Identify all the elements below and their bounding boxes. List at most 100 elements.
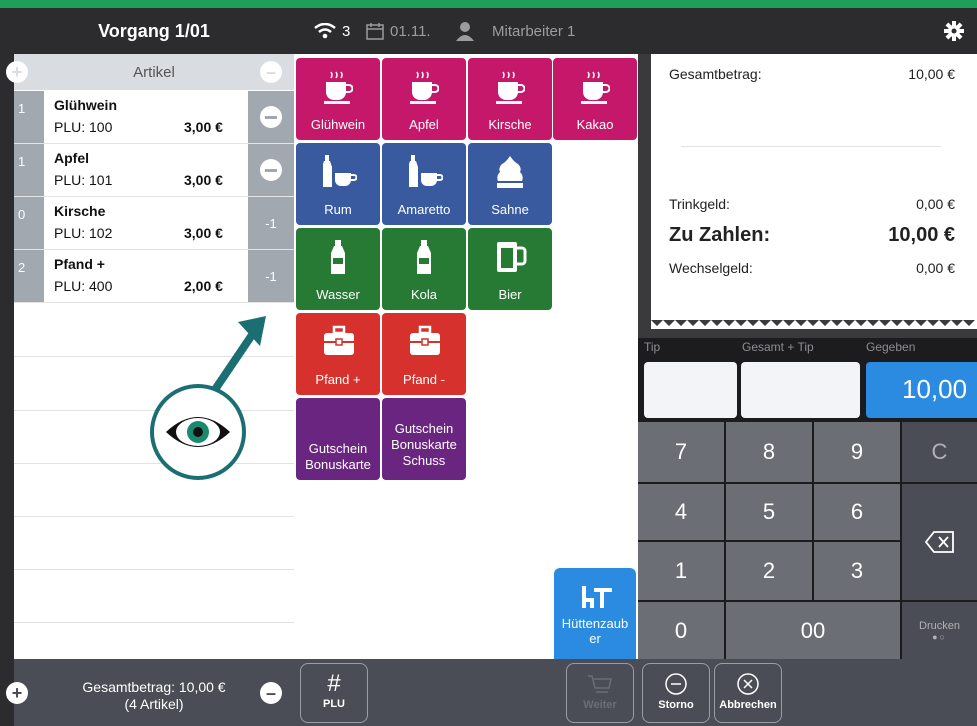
zuzahlen-label: Zu Zahlen: bbox=[669, 224, 771, 246]
tile-label-2: Bonuskarte bbox=[391, 437, 457, 452]
key-7[interactable]: 7 bbox=[638, 422, 724, 482]
product-apfel[interactable]: Apfel bbox=[382, 58, 466, 140]
tile-label: Glühwein bbox=[310, 117, 366, 132]
product-gutschein-bonuskarte[interactable]: Gutschein Bonuskarte bbox=[296, 398, 380, 480]
row-price: 2,00 € bbox=[184, 278, 223, 294]
receipt: Gesamtbetrag: 10,00 € Trinkgeld: 0,00 € … bbox=[651, 54, 977, 329]
product-gutschein-bonuskarte-schuss[interactable]: Gutschein Bonuskarte Schuss bbox=[382, 398, 466, 480]
row-minus-button[interactable] bbox=[248, 91, 294, 143]
right-footer: Storno Abbrechen bbox=[638, 659, 977, 726]
product-kola[interactable]: Kola bbox=[382, 228, 466, 310]
key-0[interactable]: 0 bbox=[638, 602, 724, 659]
divider bbox=[14, 622, 294, 623]
key-00[interactable]: 00 bbox=[726, 602, 900, 659]
tile-label: Apfel bbox=[409, 117, 439, 132]
zuzahlen-value: 10,00 € bbox=[888, 224, 955, 246]
key-2[interactable]: 2 bbox=[726, 542, 812, 600]
row-quantity: 1 bbox=[14, 144, 44, 196]
storno-button[interactable]: Storno bbox=[642, 663, 710, 723]
minus-icon[interactable]: – bbox=[260, 682, 282, 704]
row-price: 3,00 € bbox=[184, 172, 223, 188]
key-5[interactable]: 5 bbox=[726, 484, 812, 540]
backspace-icon bbox=[924, 531, 954, 553]
wechselgeld-value: 0,00 € bbox=[916, 260, 955, 276]
minus-circle-icon bbox=[665, 673, 687, 695]
product-kakao[interactable]: Kakao bbox=[553, 58, 637, 140]
status-bar: 3 01.11. Mitarbeiter 1 bbox=[294, 8, 977, 54]
article-header-label: Artikel bbox=[133, 63, 175, 81]
remove-article-icon[interactable]: – bbox=[260, 61, 282, 83]
folder-label-2: er bbox=[589, 631, 601, 646]
row-price: 3,00 € bbox=[184, 225, 223, 241]
folder-label: Hüttenzaub er bbox=[554, 616, 636, 646]
divider bbox=[14, 516, 294, 517]
key-1[interactable]: 1 bbox=[638, 542, 724, 600]
tile-label: Sahne bbox=[491, 202, 529, 217]
hot-cup-icon bbox=[410, 71, 439, 104]
hot-cup-icon bbox=[581, 71, 610, 104]
add-article-icon[interactable]: + bbox=[6, 61, 28, 83]
plu-button[interactable]: # PLU bbox=[300, 663, 368, 723]
product-wasser[interactable]: Wasser bbox=[296, 228, 380, 310]
status-date: 01.11. bbox=[390, 23, 431, 40]
row-decrement-button[interactable]: -1 bbox=[248, 197, 294, 249]
gegeben-field[interactable]: 10,00 bbox=[866, 362, 977, 418]
key-4[interactable]: 4 bbox=[638, 484, 724, 540]
key-9[interactable]: 9 bbox=[814, 422, 900, 482]
product-pfand-plus[interactable]: Pfand + bbox=[296, 313, 380, 395]
add-icon[interactable]: + bbox=[6, 682, 28, 704]
gesamt-tip-field[interactable] bbox=[741, 362, 860, 418]
bottle-icon bbox=[331, 240, 345, 274]
tile-label-1: Gutschein bbox=[394, 421, 454, 436]
product-grid: Glühwein Apfel Kirsche Kakao Rum Amarett… bbox=[294, 54, 638, 660]
close-circle-icon bbox=[737, 673, 759, 695]
row-quantity: 0 bbox=[14, 197, 44, 249]
product-kirsche[interactable]: Kirsche bbox=[468, 58, 552, 140]
article-row[interactable]: 0 Kirsche PLU: 102 3,00 € -1 bbox=[14, 197, 294, 249]
minus-icon bbox=[260, 106, 282, 128]
row-plu: PLU: 101 bbox=[54, 172, 113, 188]
product-bier[interactable]: Bier bbox=[468, 228, 552, 310]
key-3[interactable]: 3 bbox=[814, 542, 900, 600]
drucken-button[interactable]: Drucken ●○ bbox=[902, 602, 977, 659]
article-row[interactable]: 2 Pfand + PLU: 400 2,00 € -1 bbox=[14, 250, 294, 302]
weiter-button[interactable]: Weiter bbox=[566, 663, 634, 723]
row-price: 3,00 € bbox=[184, 119, 223, 135]
left-edge bbox=[0, 8, 14, 726]
folder-huettenzauber[interactable]: Hüttenzaub er bbox=[554, 568, 636, 660]
calendar-icon bbox=[366, 23, 384, 40]
tile-label: Kirsche bbox=[488, 117, 532, 132]
briefcase-icon bbox=[410, 325, 440, 355]
key-8[interactable]: 8 bbox=[726, 422, 812, 482]
row-quantity: 2 bbox=[14, 250, 44, 302]
article-row[interactable]: 1 Apfel PLU: 101 3,00 € bbox=[14, 144, 294, 196]
product-gluehwein[interactable]: Glühwein bbox=[296, 58, 380, 140]
row-decrement-button[interactable]: -1 bbox=[248, 250, 294, 302]
tile-label: Kakao bbox=[576, 117, 614, 132]
row-minus-button[interactable] bbox=[248, 144, 294, 196]
divider bbox=[681, 146, 941, 147]
key-clear[interactable]: C bbox=[902, 422, 977, 482]
key-6[interactable]: 6 bbox=[814, 484, 900, 540]
backspace-key[interactable] bbox=[902, 484, 977, 600]
product-amaretto[interactable]: Amaretto bbox=[382, 143, 466, 225]
tip-field[interactable] bbox=[644, 362, 737, 418]
article-row[interactable]: 1 Glühwein PLU: 100 3,00 € bbox=[14, 91, 294, 143]
drucken-label: Drucken bbox=[919, 619, 960, 632]
hot-cup-icon bbox=[496, 71, 525, 104]
footer-total: Gesamtbetrag: 10,00 € (4 Artikel) bbox=[54, 679, 254, 713]
tile-label: Amaretto bbox=[397, 202, 451, 217]
article-list: + Artikel – 1 Glühwein PLU: 100 3,00 € 1… bbox=[6, 54, 294, 659]
abbrechen-button[interactable]: Abbrechen bbox=[714, 663, 782, 723]
tile-label: Wasser bbox=[316, 287, 360, 302]
footer-article-count: (4 Artikel) bbox=[124, 696, 184, 712]
gesamt-label: Gesamtbetrag: bbox=[669, 66, 762, 82]
briefcase-icon bbox=[324, 325, 354, 355]
whipped-cream-icon bbox=[497, 156, 523, 188]
table-chair-icon bbox=[582, 586, 612, 608]
product-rum[interactable]: Rum bbox=[296, 143, 380, 225]
article-list-header: + Artikel – bbox=[6, 54, 294, 90]
product-sahne[interactable]: Sahne bbox=[468, 143, 552, 225]
product-pfand-minus[interactable]: Pfand - bbox=[382, 313, 466, 395]
settings-gear-icon[interactable] bbox=[944, 21, 964, 41]
